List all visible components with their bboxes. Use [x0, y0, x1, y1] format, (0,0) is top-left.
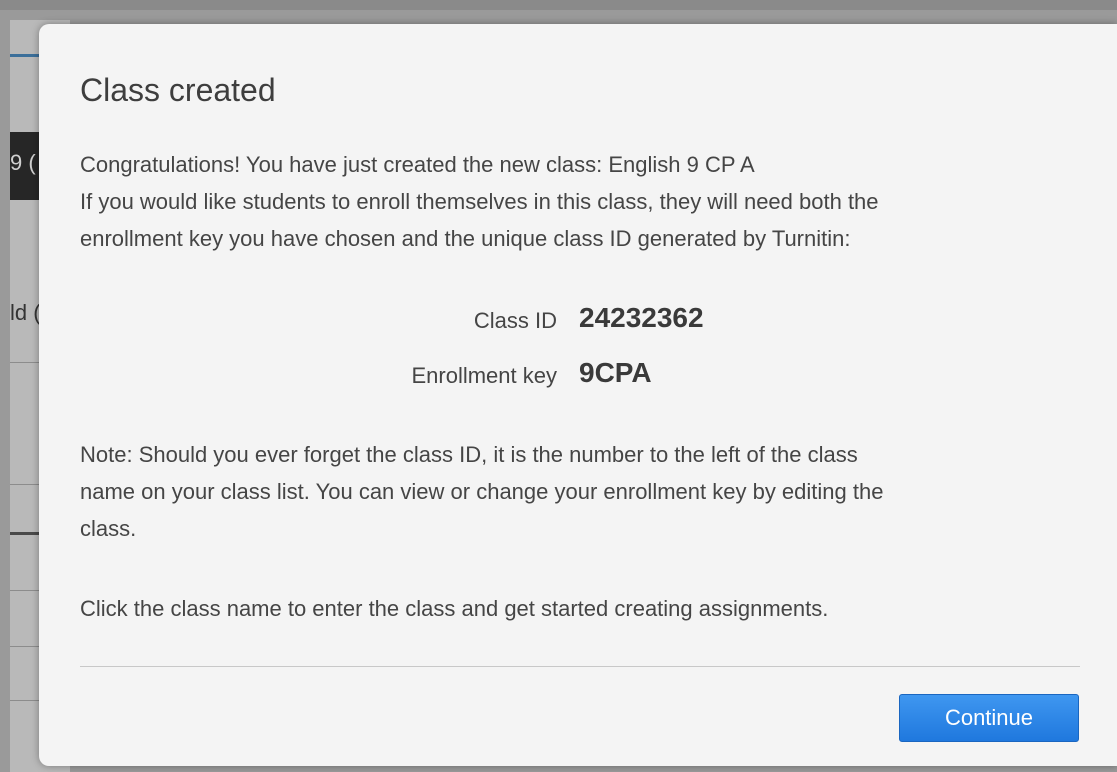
dialog-title: Class created — [80, 72, 276, 108]
note-line-3: class. — [80, 516, 137, 541]
background-partial-text: 9 ( — [10, 150, 36, 175]
get-started-line: Click the class name to enter the class … — [80, 596, 829, 621]
class-id-value: 24232362 — [579, 302, 704, 333]
get-started-message: Click the class name to enter the class … — [80, 590, 1080, 627]
background-divider — [10, 362, 42, 363]
enroll-instructions-line-2: enrollment key you have chosen and the u… — [80, 226, 851, 251]
class-id-row: Class ID 24232362 — [39, 300, 1117, 340]
background-divider — [10, 532, 42, 535]
class-created-dialog: Class created Congratulations! You have … — [39, 24, 1117, 766]
enroll-instructions-line-1: If you would like students to enroll the… — [80, 189, 879, 214]
note-message: Note: Should you ever forget the class I… — [80, 436, 1080, 547]
continue-button[interactable]: Continue — [899, 694, 1079, 742]
enrollment-key-value: 9CPA — [579, 357, 652, 388]
background-divider — [10, 484, 42, 485]
congratulations-message: Congratulations! You have just created t… — [80, 146, 1080, 257]
enrollment-key-row: Enrollment key 9CPA — [39, 355, 1117, 395]
congratulations-line: Congratulations! You have just created t… — [80, 152, 755, 177]
enrollment-key-label: Enrollment key — [411, 363, 557, 388]
background-header-accent — [10, 54, 42, 57]
note-line-2: name on your class list. You can view or… — [80, 479, 884, 504]
class-id-label: Class ID — [473, 308, 557, 333]
background-partial-text: ld ( — [10, 300, 41, 325]
background-divider — [10, 700, 42, 701]
background-divider — [10, 590, 42, 591]
note-line-1: Note: Should you ever forget the class I… — [80, 442, 858, 467]
footer-divider — [80, 666, 1080, 667]
background-divider — [10, 646, 42, 647]
